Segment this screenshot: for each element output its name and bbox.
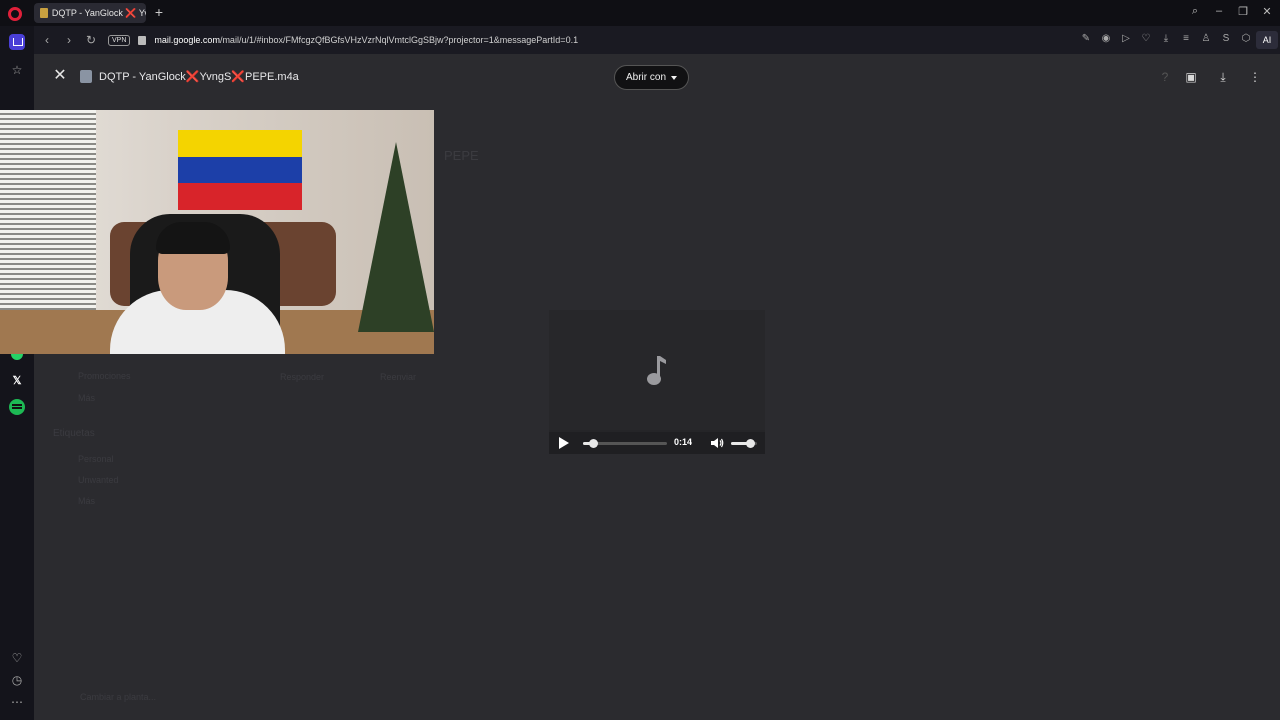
ghost-label-unwanted: Unwanted [78, 475, 119, 485]
music-note-icon [647, 356, 666, 385]
audio-file-icon [80, 70, 92, 83]
open-with-label: Abrir con [625, 72, 666, 83]
player-controls: 0:14 [549, 432, 765, 454]
url-field[interactable]: mail.google.com/mail/u/1/#inbox/FMfcgzQf… [154, 35, 578, 45]
x-twitter-icon[interactable]: 𝕏 [9, 373, 25, 389]
heart-icon[interactable]: ♡ [1140, 32, 1152, 46]
history-clock-icon[interactable]: ◷ [9, 672, 25, 688]
ghost-labels-heading: Etiquetas [53, 428, 95, 439]
reload-icon[interactable]: ↻ [82, 31, 100, 49]
play-icon[interactable] [559, 437, 569, 449]
extensions-cube-icon[interactable]: ⬡ [1240, 32, 1252, 46]
menu-icon[interactable]: ≡ [1180, 32, 1192, 46]
restore-icon[interactable]: ❐ [1235, 5, 1251, 18]
url-host: mail.google.com [154, 35, 220, 45]
open-with-button[interactable]: Abrir con [614, 65, 689, 90]
player-icon[interactable]: ▷ [1120, 32, 1132, 46]
extension-s-icon[interactable]: S [1220, 32, 1232, 46]
toolbar-icons: ✎ ◉ ▷ ♡ ⤓ ≡ ♙ S ⬡ [1080, 32, 1252, 46]
ghost-forward: Reenviar [380, 372, 417, 382]
spotify-icon[interactable] [9, 399, 25, 415]
download-file-icon[interactable]: ⤓ [1216, 70, 1230, 84]
lock-icon[interactable] [138, 35, 147, 45]
viewer-top-bar: ✕ DQTP - YanGlock❌YvngS❌PEPE.m4a Abrir c… [34, 54, 1280, 100]
profile-icon[interactable]: ♙ [1200, 32, 1212, 46]
volume-icon[interactable] [710, 436, 724, 450]
ai-button[interactable]: AI [1256, 31, 1278, 49]
help-icon[interactable]: ? [1158, 70, 1172, 84]
back-icon[interactable]: ‹ [38, 31, 56, 49]
audio-player: 0:14 [549, 310, 765, 454]
search-tabs-icon[interactable]: ⌕ [1187, 5, 1203, 18]
ghost-label-mas: Más [78, 496, 96, 506]
christmas-tree [358, 142, 434, 332]
more-dots-icon[interactable]: ⋯ [9, 694, 25, 710]
ghost-reply: Responder [280, 372, 325, 382]
volume-handle[interactable] [745, 439, 755, 448]
home-icon[interactable] [9, 34, 25, 50]
forward-icon[interactable]: › [60, 31, 78, 49]
minimize-icon[interactable]: – [1211, 5, 1227, 17]
ghost-sidebar-promociones: Promociones [78, 371, 131, 381]
edit-icon[interactable]: ✎ [1080, 32, 1092, 46]
tab-active[interactable]: DQTP - YanGlock ❌ Yvng [34, 3, 146, 23]
person-hair [156, 222, 230, 254]
add-to-drive-icon[interactable]: ▣ [1184, 70, 1198, 84]
ghost-sidebar-mas: Más [78, 393, 96, 403]
close-window-icon[interactable]: ✕ [1259, 5, 1275, 18]
current-time: 0:14 [674, 437, 693, 447]
camera-icon[interactable]: ◉ [1100, 32, 1112, 46]
vpn-badge[interactable]: VPN [108, 34, 131, 46]
seek-slider[interactable] [583, 439, 667, 448]
volume-slider[interactable] [731, 439, 757, 448]
more-options-icon[interactable]: ⋮ [1248, 70, 1262, 84]
ghost-label-personal: Personal [78, 454, 114, 464]
ghost-subject: PEPE [444, 148, 479, 163]
tab-favicon-icon [40, 8, 48, 18]
file-name: DQTP - YanGlock❌YvngS❌PEPE.m4a [99, 71, 299, 83]
venezuela-flag [178, 130, 302, 210]
caret-down-icon [671, 75, 677, 80]
ghost-footer-hint: Cambiar a planta... [80, 692, 157, 702]
address-toolbar: ‹ › ↻ VPN mail.google.com/mail/u/1/#inbo… [34, 26, 1280, 54]
download-icon[interactable]: ⤓ [1160, 32, 1172, 46]
tab-title: DQTP - YanGlock ❌ Yvng [51, 7, 146, 18]
new-tab-plus-icon[interactable]: + [152, 5, 166, 19]
bookmark-icon[interactable]: ☆ [9, 62, 25, 78]
seek-handle[interactable] [589, 439, 599, 448]
webcam-overlay [0, 110, 434, 354]
favorites-heart-icon[interactable]: ♡ [9, 650, 25, 666]
url-path: /mail/u/1/#inbox/FMfcgzQfBGfsVHzVzrNqlVm… [219, 35, 579, 45]
tab-strip: DQTP - YanGlock ❌ Yvng + ⌕ – ❐ ✕ [0, 0, 1280, 26]
opera-menu-icon[interactable] [8, 7, 22, 21]
close-viewer-icon[interactable]: ✕ [52, 68, 68, 84]
audio-artwork [549, 310, 765, 430]
browser-window: DQTP - YanGlock ❌ Yvng + ⌕ – ❐ ✕ ‹ › ↻ V… [0, 0, 1280, 720]
